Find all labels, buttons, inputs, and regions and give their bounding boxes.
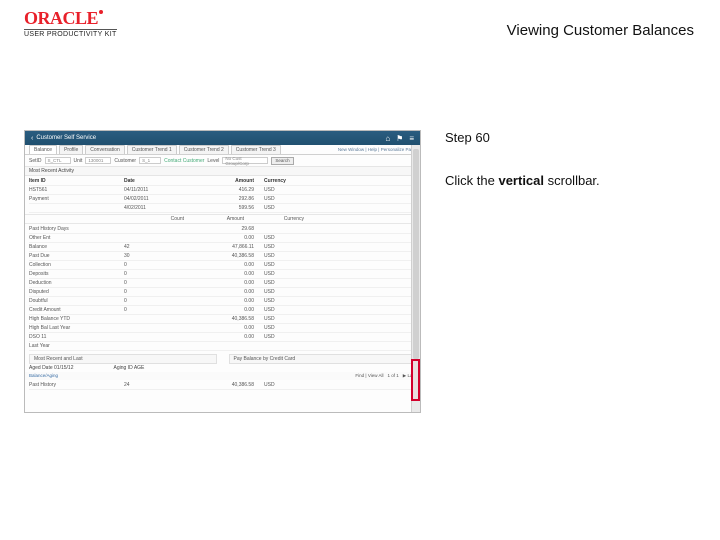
col-itemid: Item ID [29,178,124,184]
logo-sub-text: USER PRODUCTIVITY KIT [24,29,117,38]
tab-balance[interactable]: Balance [29,145,57,154]
scrollbar-highlight [411,359,420,401]
scrollbar-thumb[interactable] [413,149,419,359]
grid-row: Payment04/02/2011292.86USD [29,195,416,204]
grid-row: Past History2440,386.58USD [29,381,416,390]
logo-dot [99,10,103,14]
grid-row: Disputed00.00USD [29,288,416,297]
instruction-panel: Step 60 Click the vertical scrollbar. [445,130,685,188]
panel-most-recent[interactable]: Most Recent and Last [29,354,217,364]
find-viewall[interactable]: Find | View All [355,373,383,379]
grid-row: Balance4247,866.11USD [29,243,416,252]
tab-row: Balance Profile Conversation Customer Tr… [25,145,420,155]
home-icon[interactable]: ⌂ [385,134,390,143]
pager-text: 1 of 1 [388,373,399,379]
setid-label: SetID [29,158,42,164]
panel-pay-balance[interactable]: Pay Balance by Credit Card [229,354,417,364]
search-button[interactable]: Search [271,157,293,165]
sub-header-row: Count Amount Currency [25,214,420,224]
tab-profile[interactable]: Profile [59,145,83,154]
step-number: Step 60 [445,130,685,145]
setid-input[interactable]: S_CTL [45,157,71,164]
grid-row: Doubtful00.00USD [29,297,416,306]
unit-input[interactable]: 130001 [85,157,111,164]
tab-conversation[interactable]: Conversation [85,145,124,154]
application-screenshot: ‹ Customer Self Service ⌂ ⚑ ≡ Balance Pr… [24,130,421,413]
balance-aging-link[interactable]: Balance/Aging [29,373,58,379]
app-title: Customer Self Service [36,135,96,141]
grid-row: Deduction00.00USD [29,279,416,288]
dates-row: Aged Date 01/15/12 Aging ID AGE [25,364,420,372]
contact-link[interactable]: Contact Customer [164,158,204,164]
nav-links[interactable]: New Window | Help | Personalize Page [338,147,416,152]
grid-row: Credit Amount00.00USD [29,306,416,315]
unit-label: Unit [74,158,83,164]
grid-row: Collection00.00USD [29,261,416,270]
page-title: Viewing Customer Balances [507,22,694,39]
grid-row: Last Year [29,342,416,351]
menu-icon[interactable]: ≡ [409,134,414,143]
back-icon[interactable]: ‹ [31,135,33,142]
customer-label: Customer [114,158,136,164]
level-select[interactable]: No Cust Group/Corp [222,157,268,164]
customer-input[interactable]: S_1 [139,157,161,164]
col-currency: Currency [264,178,304,184]
oracle-logo: ORACLE USER PRODUCTIVITY KIT [24,8,117,38]
grid-row: High Balance YTD40,386.58USD [29,315,416,324]
grid-header-row: Item ID Date Amount Currency [29,177,416,186]
grid-row: Past Due3040,386.58USD [29,252,416,261]
section-recent-activity: Most Recent Activity [25,167,420,176]
grid-row: HST56104/11/2011416.29USD [29,186,416,195]
level-label: Level [207,158,219,164]
grid-row: Other Ent0.00USD [29,234,416,243]
grid-row: 4/02/2011599.56USD [29,204,416,213]
col-amount: Amount [204,178,264,184]
col-date: Date [124,178,204,184]
find-row: Balance/Aging Find | View All 1 of 1 ▶ L… [25,372,420,380]
app-titlebar: ‹ Customer Self Service ⌂ ⚑ ≡ [25,131,420,145]
tab-trend3[interactable]: Customer Trend 3 [231,145,281,154]
grid-row: Deposits00.00USD [29,270,416,279]
flag-icon[interactable]: ⚑ [396,134,403,143]
tab-trend2[interactable]: Customer Trend 2 [179,145,229,154]
filter-row: SetID S_CTL Unit 130001 Customer S_1 Con… [25,155,420,167]
grid-row: High Bal Last Year0.00USD [29,324,416,333]
grid-row: DSO 110.00USD [29,333,416,342]
grid-row: Past History Days29.68 [29,225,416,234]
instruction-text: Click the vertical scrollbar. [445,173,685,188]
tab-trend1[interactable]: Customer Trend 1 [127,145,177,154]
logo-main-text: ORACLE [24,8,98,28]
